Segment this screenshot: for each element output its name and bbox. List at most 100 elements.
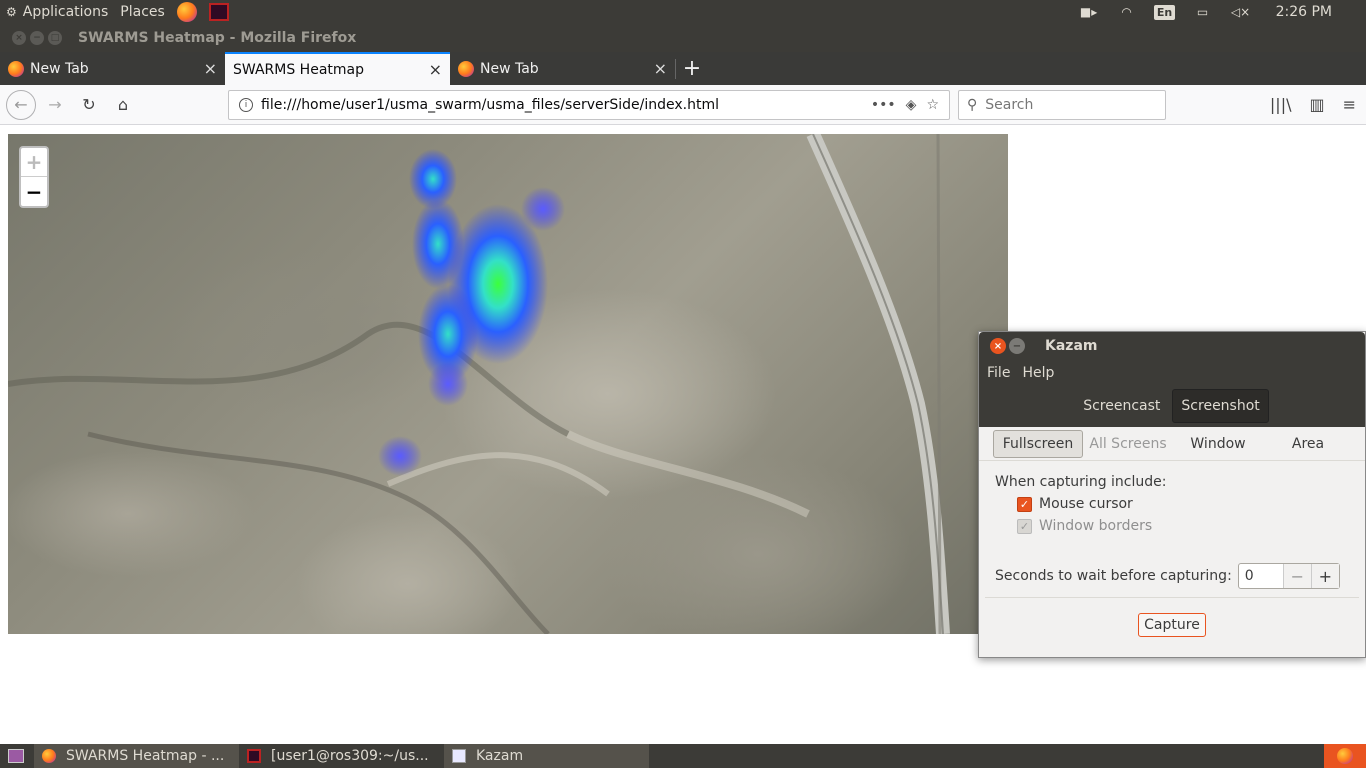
mouse-cursor-label: Mouse cursor — [1039, 496, 1133, 512]
bottom-taskbar: SWARMS Heatmap - ... [user1@ros309:~/us.… — [0, 744, 1366, 768]
firefox-icon — [42, 749, 56, 763]
zoom-in-button[interactable]: + — [21, 148, 47, 177]
firefox-launcher[interactable] — [171, 0, 203, 24]
applications-menu[interactable]: ⚙ Applications — [0, 0, 114, 24]
hamburger-menu-icon[interactable]: ≡ — [1343, 95, 1356, 114]
search-placeholder: Search — [985, 97, 1034, 113]
minimize-window-button[interactable]: − — [30, 31, 44, 45]
window-source-button[interactable]: Window — [1173, 430, 1263, 458]
navigation-toolbar: ← → ↻ ⌂ i file:///home/user1/usma_swarm/… — [0, 85, 1366, 125]
tab-label: New Tab — [30, 60, 89, 77]
close-tab-icon[interactable]: × — [654, 59, 667, 78]
delay-spinner: 0 − + — [1237, 563, 1340, 589]
fullscreen-source-button[interactable]: Fullscreen — [993, 429, 1083, 458]
kazam-dialog: × − Kazam File Help Screencast Screensho… — [978, 331, 1366, 658]
places-label: Places — [120, 4, 165, 20]
close-tab-icon[interactable]: × — [429, 60, 442, 79]
capture-source-selector: Fullscreen All Screens Window Area — [979, 427, 1365, 461]
close-icon[interactable]: × — [990, 338, 1006, 354]
tab-swarms-heatmap[interactable]: SWARMS Heatmap × — [225, 52, 450, 85]
satellite-terrain — [8, 134, 950, 634]
firefox-icon — [8, 60, 24, 77]
kazam-titlebar: × − Kazam — [979, 332, 1365, 360]
delay-label: Seconds to wait before capturing: — [995, 568, 1232, 584]
increment-button[interactable]: + — [1310, 564, 1339, 588]
window-borders-checkbox[interactable]: ✓ — [1017, 518, 1032, 534]
taskbar-label: [user1@ros309:~/us... — [271, 748, 429, 764]
taskbar-label: SWARMS Heatmap - ... — [66, 748, 225, 764]
kazam-icon — [452, 749, 466, 763]
page-actions-icon[interactable]: ••• — [871, 97, 896, 113]
terminal-icon — [247, 749, 261, 763]
site-info-icon[interactable]: i — [239, 98, 253, 112]
home-button[interactable]: ⌂ — [108, 90, 138, 120]
pocket-icon[interactable]: ◈ — [906, 97, 917, 113]
heat-spot — [428, 362, 468, 406]
search-icon: ⚲ — [967, 97, 978, 113]
ubuntu-logo-icon: ⚙ — [6, 5, 17, 19]
heatmap-map[interactable]: + − L — [8, 134, 1008, 634]
new-tab-button[interactable]: + — [676, 52, 708, 85]
minimize-icon[interactable]: − — [1009, 338, 1025, 354]
zoom-out-button[interactable]: − — [21, 177, 47, 206]
tab-label: New Tab — [480, 60, 539, 77]
tab-new-tab-1[interactable]: New Tab × — [0, 52, 225, 85]
tab-label: SWARMS Heatmap — [233, 61, 364, 78]
road — [806, 134, 950, 634]
heat-spot — [378, 436, 422, 476]
top-panel: ⚙ Applications Places ■▸ ◠ En ▭ ◁× 2:26 … — [0, 0, 1366, 24]
keyboard-layout[interactable]: En — [1153, 4, 1176, 20]
reload-button[interactable]: ↻ — [74, 90, 104, 120]
kazam-menubar: File Help — [979, 360, 1365, 385]
url-bar[interactable]: i file:///home/user1/usma_swarm/usma_fil… — [228, 90, 950, 120]
battery-icon[interactable]: ▭ — [1192, 5, 1214, 19]
firefox-icon — [458, 60, 474, 77]
sidebar-icon[interactable]: ▥ — [1309, 95, 1324, 114]
include-label: When capturing include: — [995, 474, 1167, 490]
maximize-window-button[interactable]: □ — [48, 31, 62, 45]
library-icon[interactable]: |||\ — [1270, 95, 1292, 114]
taskbar-label: Kazam — [476, 748, 524, 764]
zoom-control: + − — [19, 146, 49, 208]
screenshot-mode-button[interactable]: Screenshot — [1172, 389, 1269, 423]
all-screens-source-button[interactable]: All Screens — [1083, 430, 1173, 458]
back-button[interactable]: ← — [6, 89, 36, 120]
firefox-titlebar: × − □ SWARMS Heatmap - Mozilla Firefox — [0, 24, 1366, 52]
menu-help[interactable]: Help — [1018, 365, 1058, 381]
window-borders-label: Window borders — [1039, 518, 1153, 534]
tab-new-tab-2[interactable]: New Tab × — [450, 52, 675, 85]
kazam-title: Kazam — [1045, 338, 1098, 354]
workspace-switcher[interactable] — [1324, 744, 1366, 768]
close-window-button[interactable]: × — [12, 31, 26, 45]
forward-button[interactable]: → — [40, 90, 70, 120]
decrement-button[interactable]: − — [1282, 564, 1311, 588]
volume-muted-icon[interactable]: ◁× — [1230, 5, 1252, 19]
tab-bar: New Tab × SWARMS Heatmap × New Tab × + — [0, 52, 1366, 85]
screencast-mode-button[interactable]: Screencast — [1075, 389, 1168, 423]
menu-file[interactable]: File — [983, 365, 1014, 381]
url-text[interactable]: file:///home/user1/usma_swarm/usma_files… — [261, 97, 871, 113]
divider — [985, 597, 1359, 598]
window-title: SWARMS Heatmap - Mozilla Firefox — [78, 30, 357, 46]
clock[interactable]: 2:26 PM — [1270, 0, 1338, 24]
taskbar-item-terminal[interactable]: [user1@ros309:~/us... — [239, 744, 444, 768]
capture-button[interactable]: Capture — [1138, 613, 1206, 637]
places-menu[interactable]: Places — [114, 0, 171, 24]
taskbar-item-kazam[interactable]: Kazam — [444, 744, 649, 768]
terminal-icon — [208, 3, 229, 21]
search-bar[interactable]: ⚲ Search — [958, 90, 1166, 120]
firefox-icon — [1337, 748, 1353, 764]
applications-label: Applications — [22, 4, 109, 20]
capture-mode-toolbar: Screencast Screenshot — [979, 385, 1365, 427]
firefox-icon — [176, 2, 197, 22]
camera-icon[interactable]: ■▸ — [1078, 5, 1100, 19]
close-tab-icon[interactable]: × — [204, 59, 217, 78]
show-desktop-button[interactable] — [8, 749, 24, 763]
area-source-button[interactable]: Area — [1263, 430, 1353, 458]
delay-input[interactable]: 0 — [1239, 564, 1283, 588]
taskbar-item-firefox[interactable]: SWARMS Heatmap - ... — [34, 744, 239, 768]
bookmark-star-icon[interactable]: ☆ — [926, 97, 939, 113]
wifi-icon[interactable]: ◠ — [1116, 5, 1138, 19]
terminal-launcher[interactable] — [203, 0, 235, 24]
mouse-cursor-checkbox[interactable]: ✓ — [1017, 496, 1032, 512]
